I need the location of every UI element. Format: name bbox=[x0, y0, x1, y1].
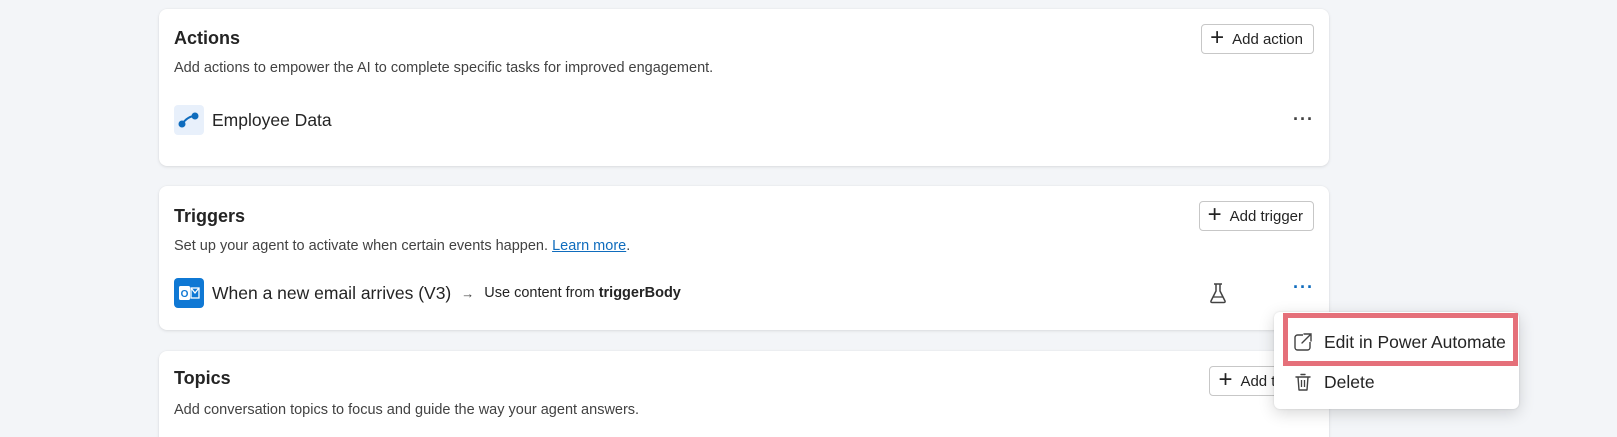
actions-title: Actions bbox=[174, 28, 241, 48]
triggers-card: Triggers + Add trigger Set up your agent… bbox=[159, 186, 1329, 330]
add-trigger-button[interactable]: + Add trigger bbox=[1198, 201, 1314, 231]
menu-item-delete[interactable]: Delete bbox=[1284, 364, 1509, 400]
trigger-row[interactable]: O When a new email arrives (V3) → Use co… bbox=[174, 278, 1314, 308]
trigger-content-source: Use content from triggerBody bbox=[484, 285, 681, 301]
learn-more-link[interactable]: Learn more bbox=[552, 238, 626, 254]
plus-icon: + bbox=[1210, 24, 1225, 51]
actions-description: Add actions to empower the AI to complet… bbox=[174, 60, 714, 76]
action-row-employee-data[interactable]: Employee Data bbox=[174, 105, 1314, 135]
use-content-value: triggerBody bbox=[598, 285, 681, 301]
svg-text:O: O bbox=[181, 289, 189, 300]
triggers-description: Set up your agent to activate when certa… bbox=[174, 238, 630, 254]
action-more-button[interactable]: ··· bbox=[1293, 110, 1314, 128]
triggers-description-text: Set up your agent to activate when certa… bbox=[174, 238, 549, 254]
topics-description: Add conversation topics to focus and gui… bbox=[174, 402, 640, 418]
outlook-icon: O bbox=[174, 278, 204, 308]
topics-title: Topics bbox=[174, 368, 231, 388]
use-content-prefix: Use content from bbox=[484, 285, 595, 301]
add-trigger-label: Add trigger bbox=[1229, 207, 1303, 225]
triggers-description-period: . bbox=[626, 238, 631, 254]
test-flask-icon[interactable] bbox=[1208, 282, 1228, 309]
plus-icon: + bbox=[1218, 366, 1233, 393]
add-action-button[interactable]: + Add action bbox=[1201, 24, 1314, 54]
trigger-name: When a new email arrives (V3) bbox=[212, 282, 452, 303]
actions-card: Actions + Add action Add actions to empo… bbox=[159, 9, 1329, 166]
menu-item-label: Edit in Power Automate bbox=[1324, 331, 1506, 352]
add-action-label: Add action bbox=[1232, 30, 1303, 48]
open-external-icon bbox=[1292, 331, 1314, 353]
arrow-right-icon: → bbox=[461, 285, 475, 301]
topics-card: Topics + Add topic Add conversation topi… bbox=[159, 351, 1329, 437]
trigger-more-button[interactable]: ··· bbox=[1293, 278, 1314, 296]
trash-icon bbox=[1292, 371, 1314, 393]
menu-item-label: Delete bbox=[1324, 371, 1375, 392]
plus-icon: + bbox=[1207, 201, 1222, 228]
action-name: Employee Data bbox=[212, 109, 332, 130]
triggers-title: Triggers bbox=[174, 206, 246, 226]
flow-icon bbox=[174, 105, 204, 135]
trigger-context-menu: Edit in Power Automate Delete bbox=[1274, 312, 1519, 409]
menu-item-edit-in-power-automate[interactable]: Edit in Power Automate bbox=[1284, 324, 1509, 360]
